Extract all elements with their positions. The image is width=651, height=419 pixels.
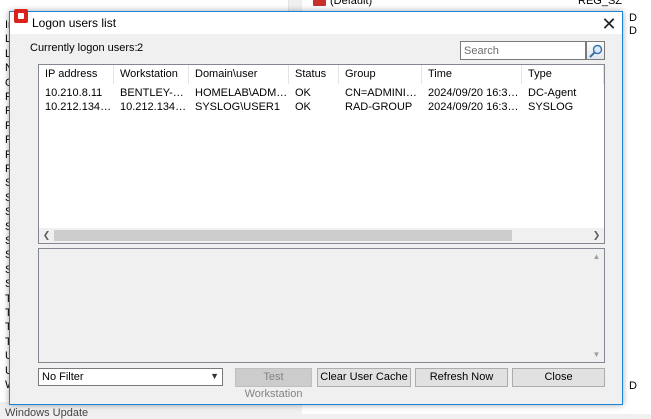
table-cell: 10.210.8.11 [45,87,103,99]
column-header[interactable]: IP address [39,65,114,84]
fortinet-app-icon [14,9,28,23]
table-cell: SYSLOG\USER1 [195,101,280,113]
search-button[interactable] [586,41,605,60]
close-icon[interactable]: ✕ [598,14,620,34]
dialog-title: Logon users list [32,16,117,30]
currently-logon-label: Currently logon users: [30,42,138,54]
table-cell: BENTLEY-KV... [120,87,189,99]
column-header[interactable]: Workstation [114,65,189,84]
table-cell: 10.212.134.201 [120,101,189,113]
scrollbar-thumb[interactable] [54,230,512,241]
logon-users-list[interactable]: IP address Workstation Domain\user Status Gr… [38,64,605,244]
search-icon [589,44,603,58]
table-cell: 2024/09/20 16:31:54 [428,87,522,99]
scroll-down-icon[interactable]: ▼ [589,347,604,362]
dialog-titlebar[interactable]: Logon users list ✕ [10,12,622,34]
table-cell: CN=ADMINIST... [345,87,422,99]
table-cell: DC-Agent [528,87,577,99]
refresh-now-button[interactable]: Refresh Now [415,368,508,387]
table-cell: 2024/09/20 16:31:56 [428,101,522,113]
table-cell: OK [295,87,311,99]
table-cell: HOMELAB\ADMINI... [195,87,289,99]
table-cell: SYSLOG [528,101,574,113]
background-edge-text: D [629,12,637,24]
list-header: IP address Workstation Domain\user Status Gr… [39,65,604,84]
background-edge-text: D [629,25,637,37]
user-detail-pane: ▲ ▼ [38,248,605,363]
chevron-down-icon: ▼ [210,371,219,381]
column-header[interactable]: Status [289,65,339,84]
registry-string-icon [313,0,326,6]
clear-user-cache-button[interactable]: Clear User Cache [317,368,411,387]
logon-user-count: 2 [137,42,144,54]
scroll-left-icon[interactable]: ❮ [39,228,54,243]
registry-value-type: REG_SZ [578,0,623,7]
column-header[interactable]: Type [522,65,604,84]
close-button[interactable]: Close [512,368,605,387]
filter-selected-value: No Filter [42,371,84,383]
scroll-right-icon[interactable]: ❯ [589,228,604,243]
table-cell: OK [295,101,311,113]
list-horizontal-scrollbar[interactable]: ❮ ❯ [39,228,604,243]
table-row[interactable]: 10.210.8.11 BENTLEY-KV... HOMELAB\ADMINI..… [39,87,604,100]
table-row[interactable]: 10.212.134.201 10.212.134.201 SYSLOG\USER1… [39,101,604,114]
column-header[interactable]: Group [339,65,422,84]
column-header[interactable]: Domain\user [189,65,289,84]
column-header[interactable]: Time [422,65,522,84]
search-input[interactable] [460,41,586,60]
scroll-up-icon[interactable]: ▲ [589,249,604,264]
background-tree-item-partial: Windows Update [5,407,89,419]
test-workstation-button[interactable]: Test Workstation [235,368,312,400]
background-edge-text: D [629,380,637,392]
filter-select[interactable]: No Filter ▼ [38,368,223,386]
table-cell: 10.212.134.201 [45,101,114,113]
detail-vertical-scrollbar[interactable]: ▲ ▼ [589,249,604,362]
table-cell: RAD-GROUP [345,101,413,113]
registry-value-name: (Default) [330,0,373,7]
